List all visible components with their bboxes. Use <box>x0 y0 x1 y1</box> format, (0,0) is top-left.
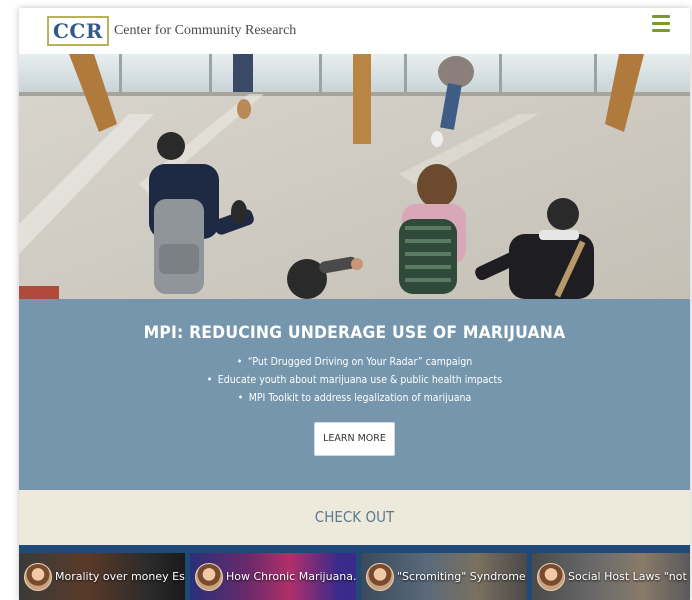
feature-banner: MPI: REDUCING UNDERAGE USE OF MARIJUANA … <box>19 299 690 490</box>
video-title: Social Host Laws "not j... <box>568 570 690 583</box>
menu-bar <box>652 29 670 32</box>
video-title: How Chronic Marijuana... <box>226 570 356 583</box>
check-out-section: CHECK OUT <box>19 490 690 545</box>
site-logo-link[interactable]: CCR Center for Community Research <box>47 16 296 46</box>
video-card[interactable]: Morality over money Es... <box>19 553 185 600</box>
video-card[interactable]: Social Host Laws "not j... <box>532 553 690 600</box>
learn-more-button[interactable]: LEARN MORE <box>314 422 395 456</box>
banner-bullet: “Put Drugged Driving on Your Radar” camp… <box>53 353 657 371</box>
hero-image <box>19 54 690 299</box>
banner-title: MPI: REDUCING UNDERAGE USE OF MARIJUANA <box>143 323 566 343</box>
logo-abbreviation: CCR <box>47 16 109 46</box>
channel-avatar-icon <box>366 563 394 591</box>
browser-viewport: CCR Center for Community Research MPI: R… <box>19 8 690 600</box>
site-header: CCR Center for Community Research <box>19 8 690 54</box>
hamburger-menu-icon[interactable] <box>652 15 670 35</box>
channel-avatar-icon <box>537 563 565 591</box>
menu-bar <box>652 15 670 18</box>
banner-bullet-list: “Put Drugged Driving on Your Radar” camp… <box>53 353 657 407</box>
hero-illustration <box>19 54 690 299</box>
video-title: "Scromiting" Syndrome... <box>397 570 527 583</box>
page: CCR Center for Community Research MPI: R… <box>0 0 692 600</box>
banner-bullet: MPI Toolkit to address legalization of m… <box>53 389 657 407</box>
logo-text: Center for Community Research <box>113 23 297 38</box>
video-card[interactable]: How Chronic Marijuana... <box>190 553 356 600</box>
video-title: Morality over money Es... <box>55 570 185 583</box>
channel-avatar-icon <box>24 563 52 591</box>
check-out-heading: CHECK OUT <box>314 508 395 526</box>
video-card[interactable]: "Scromiting" Syndrome... <box>361 553 527 600</box>
channel-avatar-icon <box>195 563 223 591</box>
banner-bullet: Educate youth about marijuana use & publ… <box>53 371 657 389</box>
menu-bar <box>652 22 670 25</box>
video-strip: Morality over money Es... How Chronic Ma… <box>19 545 690 600</box>
